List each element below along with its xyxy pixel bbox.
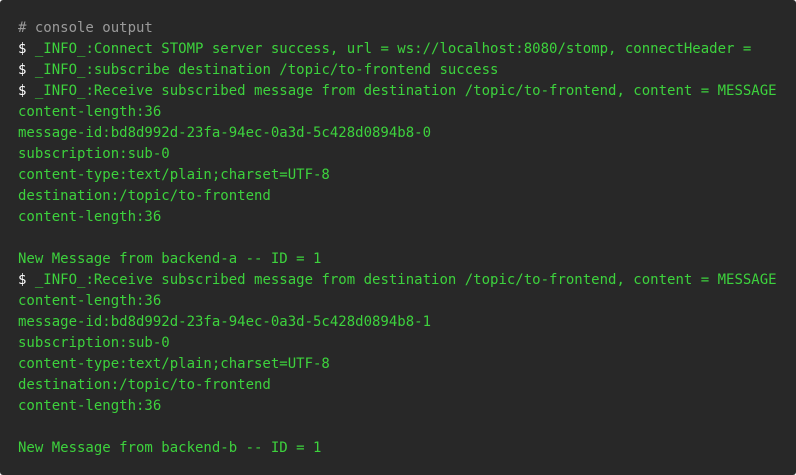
log-message: _INFO_:subscribe destination /topic/to-f… [26,62,499,78]
console-text-line: content-type:text/plain;charset=UTF-8 [18,356,330,372]
console-text-line: New Message from backend-a -- ID = 1 [18,251,322,267]
console-text-line: message-id:bd8d992d-23fa-94ec-0a3d-5c428… [18,314,432,330]
log-message: _INFO_:Receive subscribed message from d… [26,83,777,99]
console-text-line: destination:/topic/to-frontend [18,377,271,393]
console-text-line: content-length:36 [18,104,162,120]
console-text-line: content-type:text/plain;charset=UTF-8 [18,167,330,183]
console-text-line: content-length:36 [18,209,162,225]
console-text-line: content-length:36 [18,293,162,309]
console-log-line: $ _INFO_:subscribe destination /topic/to… [18,60,796,81]
console-text-line: subscription:sub-0 [18,146,170,162]
console-text-line: message-id:bd8d992d-23fa-94ec-0a3d-5c428… [18,125,432,141]
console-log-line: $ _INFO_:Receive subscribed message from… [18,270,796,291]
console-output-panel: # console output $ _INFO_:Connect STOMP s… [0,0,796,475]
console-text-line: content-length:36 [18,398,162,414]
log-message: _INFO_:Connect STOMP server success, url… [26,41,752,57]
console-text-line: destination:/topic/to-frontend [18,188,271,204]
console-log-line: $ _INFO_:Receive subscribed message from… [18,81,796,102]
log-message: _INFO_:Receive subscribed message from d… [26,272,777,288]
console-log-line: $ _INFO_:Connect STOMP server success, u… [18,39,796,60]
console-text-line: New Message from backend-b -- ID = 1 [18,440,322,456]
console-comment-line: # console output [18,20,153,36]
console-text-line: subscription:sub-0 [18,335,170,351]
